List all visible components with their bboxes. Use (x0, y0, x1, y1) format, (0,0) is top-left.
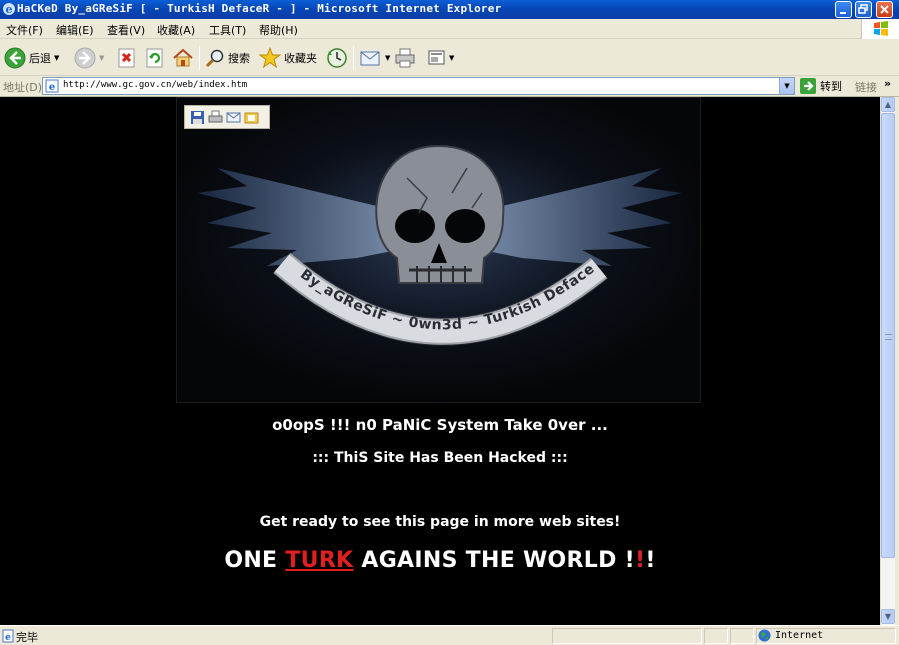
svg-text:e: e (6, 3, 13, 16)
favorites-label: 收藏夹 (284, 52, 317, 65)
status-bar: e 完毕 Internet (0, 625, 899, 645)
restore-icon (858, 4, 868, 14)
menu-tools[interactable]: 工具(T) (209, 22, 246, 38)
globe-icon (758, 629, 771, 642)
favorites-button[interactable]: 收藏夹 (259, 46, 317, 70)
search-button[interactable]: 搜索 (205, 46, 250, 70)
headline-part-a: ONE (224, 548, 286, 573)
save-image-icon[interactable] (190, 110, 205, 125)
history-button[interactable] (326, 46, 348, 70)
title-bar[interactable]: e HaCKeD By_aGReSiF [ - TurkisH DefaceR … (0, 0, 899, 19)
svg-text:e: e (49, 82, 55, 93)
headline-turk-word: TURK (285, 548, 354, 573)
headline-part-c: ! (645, 548, 656, 573)
links-chevron-icon[interactable]: » (884, 77, 891, 90)
address-label: 地址(D) (3, 81, 43, 94)
ie-window: e HaCKeD By_aGReSiF [ - TurkisH DefaceR … (0, 0, 899, 645)
mail-button[interactable]: ▼ (360, 46, 390, 70)
headline-hacked: ::: ThiS Site Has Been Hacked ::: (312, 450, 568, 466)
menu-view[interactable]: 查看(V) (107, 22, 145, 38)
headline-oops: o0opS !!! n0 PaNiC System Take 0ver ... (272, 416, 608, 434)
security-zone: Internet (758, 629, 823, 642)
address-input[interactable]: e http://www.gc.gov.cn/web/index.htm ▼ (42, 77, 795, 95)
menu-edit[interactable]: 编辑(E) (56, 22, 94, 38)
links-label[interactable]: 链接 (855, 79, 877, 95)
restore-button[interactable] (855, 1, 872, 18)
back-arrow-icon (4, 47, 26, 69)
windows-logo (861, 19, 899, 39)
scroll-up-arrow-icon[interactable]: ▲ (881, 97, 895, 112)
svg-text:e: e (5, 633, 11, 643)
search-label: 搜索 (228, 52, 250, 65)
headline-red-bang: ! (634, 548, 646, 573)
skull-wings-artwork: By_aGReSiF ~ 0wn3d ~ Turkish Defacer (177, 98, 700, 402)
menu-bar: 文件(F) 编辑(E) 查看(V) 收藏(A) 工具(T) 帮助(H) (0, 19, 899, 39)
search-icon (205, 49, 224, 68)
forward-arrow-icon (74, 47, 96, 69)
edit-page-icon (428, 50, 445, 65)
toolbar-separator (353, 46, 354, 70)
stop-button[interactable] (117, 46, 137, 70)
ie-logo-icon: e (3, 3, 15, 16)
minimize-icon (840, 12, 846, 14)
close-icon (880, 5, 889, 14)
scroll-down-arrow-icon[interactable]: ▼ (881, 609, 895, 624)
vertical-scrollbar[interactable]: ▲ ▼ (880, 97, 895, 625)
status-text: 完毕 (16, 631, 38, 644)
address-url: http://www.gc.gov.cn/web/index.htm (63, 80, 248, 90)
minimize-button[interactable] (835, 1, 852, 18)
close-button[interactable] (876, 1, 893, 18)
go-button[interactable]: 转到 (800, 78, 842, 94)
scroll-grip (885, 334, 892, 340)
history-icon (327, 48, 347, 68)
print-icon (395, 48, 415, 68)
scroll-thumb[interactable] (881, 113, 895, 558)
standard-toolbar: 后退 ▼ ▼ 搜索 收藏夹 ▼ ▼ (0, 40, 899, 76)
home-icon (173, 48, 193, 67)
page-icon: e (45, 79, 59, 93)
refresh-icon (146, 48, 163, 68)
headline-part-b: AGAINS THE WORLD ! (353, 548, 635, 573)
mail-dropdown-icon[interactable]: ▼ (385, 54, 390, 62)
status-pane (730, 628, 754, 644)
status-pane (552, 628, 702, 644)
edit-dropdown-icon[interactable]: ▼ (449, 54, 454, 62)
forward-dropdown-icon[interactable]: ▼ (99, 54, 104, 62)
mail-icon (360, 51, 380, 66)
status-pane (704, 628, 728, 644)
headline-get-ready: Get ready to see this page in more web s… (259, 514, 621, 530)
go-arrow-icon (800, 78, 816, 94)
print-button[interactable] (394, 46, 416, 70)
menu-favorites[interactable]: 收藏(A) (157, 22, 195, 38)
menu-help[interactable]: 帮助(H) (259, 22, 298, 38)
toolbar-separator (199, 46, 200, 70)
back-button[interactable]: 后退 ▼ (4, 46, 59, 70)
back-dropdown-icon[interactable]: ▼ (54, 54, 59, 62)
menu-file[interactable]: 文件(F) (6, 22, 43, 38)
zone-label: Internet (775, 630, 824, 641)
edit-button[interactable]: ▼ (428, 46, 454, 70)
home-button[interactable] (172, 46, 194, 70)
stop-icon (118, 48, 135, 68)
my-pictures-icon[interactable] (244, 110, 259, 125)
page-content: By_aGReSiF ~ 0wn3d ~ Turkish Defacer o0o… (0, 97, 880, 625)
window-title: HaCKeD By_aGReSiF [ - TurkisH DefaceR - … (17, 2, 502, 15)
forward-button[interactable]: ▼ (74, 46, 104, 70)
back-label: 后退 (29, 52, 51, 65)
print-image-icon[interactable] (208, 110, 223, 125)
status-page-icon: e (2, 629, 14, 643)
address-dropdown-icon[interactable]: ▼ (779, 78, 794, 94)
refresh-button[interactable] (145, 46, 165, 70)
email-image-icon[interactable] (226, 110, 241, 125)
windows-flag-icon (874, 21, 888, 36)
headline-one-turk: ONE TURK AGAINS THE WORLD !!! (0, 548, 880, 573)
address-bar: 地址(D) e http://www.gc.gov.cn/web/index.h… (0, 76, 899, 97)
favorites-star-icon (259, 47, 281, 69)
go-label: 转到 (820, 80, 842, 93)
image-toolbar (184, 105, 270, 129)
defacer-banner-image: By_aGReSiF ~ 0wn3d ~ Turkish Defacer (176, 97, 701, 403)
